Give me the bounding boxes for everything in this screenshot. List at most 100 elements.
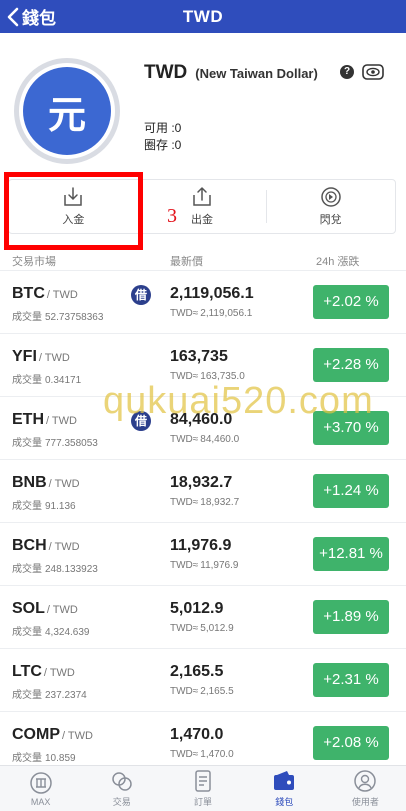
back-button[interactable]: 錢包 — [6, 4, 56, 29]
twd-value: 11,976.9 — [200, 560, 239, 571]
nav-orders-label: 訂單 — [194, 797, 213, 807]
volume-value: 4,324.639 — [45, 627, 90, 638]
page-title: TWD — [182, 6, 224, 26]
column-header-market: 交易市場 — [12, 256, 56, 268]
available-label: 可用 : — [144, 121, 175, 135]
twd-value: 1,470.0 — [200, 749, 234, 760]
change-badge: +2.02 % — [313, 285, 389, 319]
currency-code: TWD — [144, 62, 188, 83]
market-price: 18,932.7 — [170, 474, 233, 491]
market-row-btc[interactable]: BTC / TWD 成交量 52.73758363 借 2,119,056.1 TWD≈ 2,… — [0, 270, 406, 333]
volume-label: 成交量 — [12, 753, 42, 764]
wallet-icon — [274, 771, 295, 790]
twd-prefix: TWD≈ — [170, 560, 199, 571]
change-badge: +2.31 % — [313, 663, 389, 697]
market-row-bch[interactable]: BCH / TWD 成交量 248.133923 11,976.9 TWD≈ 11,976.… — [0, 522, 406, 585]
twd-prefix: TWD≈ — [170, 623, 199, 634]
currency-avatar: 元 — [14, 58, 120, 164]
market-quote: / TWD — [46, 415, 77, 427]
volume-label: 成交量 — [12, 627, 42, 638]
help-icon[interactable]: ? — [340, 65, 354, 79]
annotation-highlight-box — [4, 172, 143, 250]
nav-exchange[interactable]: 交易 — [81, 766, 162, 811]
twd-coin-icon: 元 — [23, 67, 111, 155]
market-volume: 成交量 91.136 — [12, 497, 76, 512]
market-symbol-code: SOL — [12, 600, 45, 617]
twd-prefix: TWD≈ — [170, 749, 199, 760]
borrow-badge: 借 — [131, 285, 151, 305]
market-twd-equivalent: TWD≈ 18,932.7 — [170, 497, 239, 508]
market-volume: 成交量 4,324.639 — [12, 623, 90, 638]
twd-prefix: TWD≈ — [170, 371, 199, 382]
market-twd-equivalent: TWD≈ 1,470.0 — [170, 749, 234, 760]
market-symbol: BCH / TWD — [12, 537, 80, 555]
market-row-bnb[interactable]: BNB / TWD 成交量 91.136 18,932.7 TWD≈ 18,932.7 +1.… — [0, 459, 406, 522]
market-row-ltc[interactable]: LTC / TWD 成交量 237.2374 2,165.5 TWD≈ 2,165.5 +2.… — [0, 648, 406, 711]
market-symbol-code: YFI — [12, 348, 37, 365]
market-quote: / TWD — [43, 667, 75, 679]
market-quote: / TWD — [38, 352, 70, 364]
nav-orders[interactable]: 訂單 — [162, 766, 243, 811]
volume-value: 52.73758363 — [45, 312, 104, 323]
nav-user[interactable]: 使用者 — [325, 766, 406, 811]
market-quote: / TWD — [48, 541, 80, 553]
change-badge: +2.28 % — [313, 348, 389, 382]
market-price: 2,119,056.1 — [170, 285, 254, 302]
twd-prefix: TWD≈ — [170, 497, 199, 508]
eye-icon[interactable] — [362, 63, 384, 81]
market-symbol: YFI / TWD — [12, 348, 70, 366]
exchange-icon — [112, 772, 132, 791]
available-value: 0 — [174, 121, 182, 135]
market-row-yfi[interactable]: YFI / TWD 成交量 0.34171 163,735 TWD≈ 163,735.0 +2… — [0, 333, 406, 396]
market-row-sol[interactable]: SOL / TWD 成交量 4,324.639 5,012.9 TWD≈ 5,012.9 +1… — [0, 585, 406, 648]
nav-wallet[interactable]: 錢包 — [244, 766, 325, 811]
currency-full-name: (New Taiwan Dollar) — [195, 65, 318, 81]
back-label: 錢包 — [22, 9, 56, 28]
volume-label: 成交量 — [12, 501, 42, 512]
market-quote: / TWD — [48, 478, 80, 490]
twd-value: 18,932.7 — [200, 497, 240, 508]
market-quote: / TWD — [62, 730, 93, 742]
twd-prefix: TWD≈ — [170, 308, 199, 319]
reserved-label: 圈存 : — [144, 138, 175, 152]
volume-value: 0.34171 — [45, 375, 82, 386]
market-volume: 成交量 0.34171 — [12, 371, 81, 386]
market-twd-equivalent: TWD≈ 2,165.5 — [170, 686, 234, 697]
max-icon — [29, 771, 52, 794]
annotation-step-number: 3 — [167, 205, 177, 227]
volume-value: 248.133923 — [45, 564, 98, 575]
twd-value: 2,165.5 — [200, 686, 234, 697]
market-volume: 成交量 777.358053 — [12, 434, 98, 449]
volume-value: 91.136 — [45, 501, 76, 512]
market-price: 1,470.0 — [170, 726, 224, 743]
column-header-last-price: 最新價 — [170, 256, 203, 268]
volume-label: 成交量 — [12, 564, 42, 575]
change-badge: +1.89 % — [313, 600, 389, 634]
withdraw-icon — [193, 186, 211, 206]
flash-swap-button[interactable]: 閃兌 — [266, 180, 395, 233]
market-symbol-code: BCH — [12, 537, 47, 554]
volume-value: 237.2374 — [45, 690, 87, 701]
market-price: 163,735 — [170, 348, 228, 365]
nav-wallet-label: 錢包 — [275, 797, 294, 807]
flash-swap-label: 閃兌 — [319, 214, 342, 226]
twd-value: 84,460.0 — [200, 434, 240, 445]
market-price: 2,165.5 — [170, 663, 224, 680]
market-quote: / TWD — [46, 289, 78, 301]
column-header-change: 24h 漲跌 — [316, 256, 360, 268]
market-symbol-code: BTC — [12, 285, 45, 302]
wallet-currency-screen: 錢包 TWD 元 TWD (New Taiwan Dollar) ? 可用 :0… — [0, 0, 406, 811]
market-quote: / TWD — [46, 604, 78, 616]
market-symbol-code: LTC — [12, 663, 42, 680]
withdraw-button[interactable]: 出金 — [137, 180, 267, 233]
nav-exchange-label: 交易 — [112, 797, 131, 807]
market-volume: 成交量 248.133923 — [12, 560, 98, 575]
user-icon — [354, 770, 377, 792]
market-twd-equivalent: TWD≈ 2,119,056.1 — [170, 308, 252, 319]
header-bar: 錢包 TWD — [0, 0, 406, 33]
market-price: 5,012.9 — [170, 600, 224, 617]
market-row-eth[interactable]: ETH / TWD 成交量 777.358053 借 84,460.0 TWD≈ 84,460… — [0, 396, 406, 459]
nav-max[interactable]: MAX — [0, 766, 81, 811]
volume-label: 成交量 — [12, 438, 42, 449]
change-badge: +3.70 % — [313, 411, 389, 445]
